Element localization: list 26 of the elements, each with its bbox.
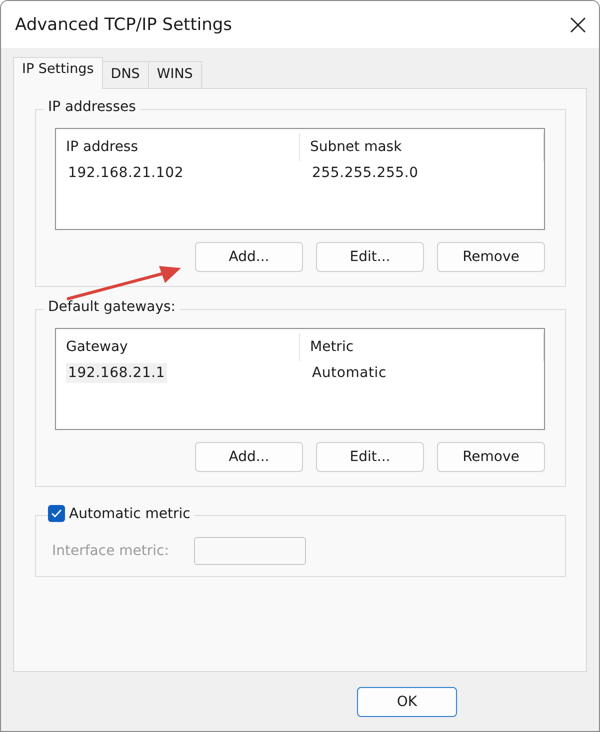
tab[interactable]: WINS <box>148 61 202 88</box>
dialog-button[interactable]: Remove <box>437 442 545 472</box>
checkmark-icon <box>51 509 62 518</box>
column-header[interactable]: IP address <box>56 133 300 161</box>
tab[interactable]: IP Settings <box>13 57 103 89</box>
table-cell-text: Automatic <box>311 364 388 383</box>
window-title: Advanced TCP/IP Settings <box>15 14 232 34</box>
table-cell-text: 255.255.255.0 <box>311 164 420 183</box>
checkbox[interactable] <box>48 505 65 522</box>
dialog-button[interactable]: Edit... <box>316 242 424 272</box>
ok-button[interactable]: OK <box>357 686 457 716</box>
column-header[interactable]: Subnet mask <box>300 133 544 161</box>
checkbox-label: Automatic metric <box>69 506 190 522</box>
column-header[interactable]: Metric <box>300 333 544 361</box>
input-field[interactable] <box>194 537 306 565</box>
list-view[interactable]: Gateway Metric 192.168.21.1 Automatic <box>55 328 545 430</box>
column-header[interactable]: Gateway <box>56 333 300 361</box>
dialog-button[interactable]: Edit... <box>316 442 424 472</box>
table-cell-text: 192.168.21.102 <box>67 164 185 183</box>
table-cell: 192.168.21.1 <box>66 363 168 383</box>
group-title: Default gateways: <box>44 299 180 315</box>
dialog-button[interactable]: Add... <box>195 242 303 272</box>
field-label: Interface metric: <box>52 543 169 559</box>
dialog-button[interactable]: Remove <box>437 242 545 272</box>
list-view[interactable]: IP address Subnet mask 192.168.21.102 255.255.255.0 <box>55 128 545 230</box>
dialog-button[interactable]: Add... <box>195 442 303 472</box>
